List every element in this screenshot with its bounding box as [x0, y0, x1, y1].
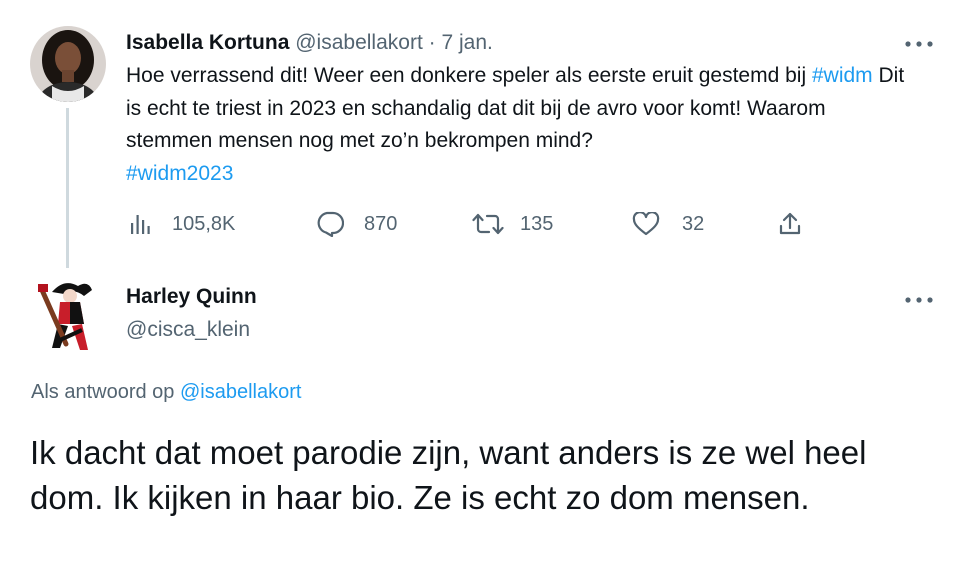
header-separator: · [428, 31, 436, 54]
tweet-header: Isabella Kortuna @isabellakort · 7 jan. [126, 30, 493, 56]
like-button[interactable]: 32 [632, 206, 704, 242]
tweet-thread: Isabella Kortuna @isabellakort · 7 jan. … [0, 0, 961, 568]
reply-author-handle[interactable]: @cisca_klein [126, 318, 250, 342]
reply-icon [317, 211, 344, 237]
thread-connector-line [66, 108, 69, 268]
reply-author-name[interactable]: Harley Quinn [126, 285, 257, 309]
retweet-icon [472, 213, 504, 235]
reply-count: 870 [364, 212, 398, 235]
tweet-text-part: Hoe verrassend dit! Weer een donkere spe… [126, 64, 812, 87]
views-icon [131, 215, 150, 234]
heart-icon [632, 212, 660, 236]
avatar-isabella[interactable] [30, 26, 106, 102]
replying-to-mention[interactable]: @isabellakort [180, 381, 301, 403]
tweet-actions: 105,8K 870 135 32 [126, 206, 826, 242]
author-name[interactable]: Isabella Kortuna [126, 31, 289, 54]
retweet-count: 135 [520, 212, 554, 235]
share-button[interactable] [778, 206, 802, 242]
avatar-harley-quinn[interactable] [30, 272, 106, 354]
tweet-text: Hoe verrassend dit! Weer een donkere spe… [126, 60, 916, 190]
replying-to-line: Als antwoord op @isabellakort [31, 381, 301, 404]
views-button[interactable]: 105,8K [130, 206, 235, 242]
more-horizontal-icon [905, 297, 933, 303]
share-icon [779, 212, 801, 235]
reply-button[interactable]: 870 [316, 206, 397, 242]
retweet-button[interactable]: 135 [472, 206, 553, 242]
like-count: 32 [682, 212, 705, 235]
views-count: 105,8K [172, 212, 236, 235]
author-handle[interactable]: @isabellakort [295, 31, 423, 54]
more-options-button[interactable] [902, 34, 936, 54]
replying-to-label: Als antwoord op [31, 381, 180, 403]
reply-tweet-text: Ik dacht dat moet parodie zijn, want and… [30, 434, 867, 516]
more-horizontal-icon [905, 41, 933, 47]
tweet-time[interactable]: 7 jan. [441, 31, 492, 54]
hashtag-link[interactable]: #widm2023 [126, 162, 233, 185]
hashtag-link[interactable]: #widm [812, 64, 873, 87]
reply-more-options-button[interactable] [902, 290, 936, 310]
